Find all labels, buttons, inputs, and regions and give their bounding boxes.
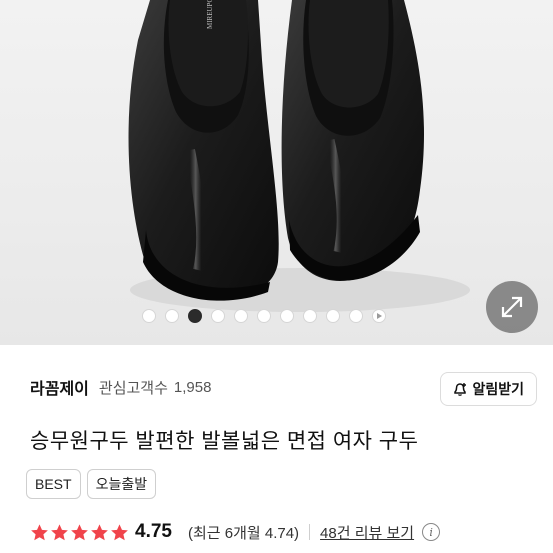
seller-name[interactable]: 라꼼제이 <box>30 375 89 399</box>
recent-rating: (최근 6개월 4.74) <box>187 524 300 542</box>
star-icon <box>91 523 108 540</box>
badge-today-shipping: 오늘출발 <box>86 469 157 499</box>
badge-list: BEST 오늘출발 <box>26 469 157 499</box>
gallery-dot[interactable] <box>188 309 202 323</box>
play-icon[interactable] <box>372 309 386 323</box>
star-icon <box>31 523 48 540</box>
alarm-button[interactable]: 알림받기 <box>440 372 537 406</box>
gallery-dot[interactable] <box>165 309 179 323</box>
gallery-dot[interactable] <box>326 309 340 323</box>
reviews-link[interactable]: 48건 리뷰 보기 <box>320 522 414 543</box>
gallery-dot[interactable] <box>211 309 225 323</box>
seller-row: 라꼼제이 관심고객수 1,958 알림받기 <box>30 372 537 406</box>
followers-label: 관심고객수 <box>98 379 168 397</box>
divider <box>309 524 311 540</box>
followers-count: 1,958 <box>173 378 212 396</box>
alarm-button-label: 알림받기 <box>472 381 524 397</box>
brand-print: MIREUPO <box>206 0 214 29</box>
product-title: 승무원구두 발편한 발볼넓은 면접 여자 구두 <box>30 430 419 453</box>
star-icon <box>71 523 88 540</box>
star-icon <box>51 523 68 540</box>
badge-best: BEST <box>26 469 81 499</box>
bell-plus-icon <box>454 383 467 396</box>
product-image-gallery[interactable]: MIREUPO <box>0 0 553 345</box>
product-photo: MIREUPO <box>128 0 470 312</box>
rating-score: 4.75 <box>135 521 172 542</box>
gallery-dot[interactable] <box>303 309 317 323</box>
gallery-dot[interactable] <box>142 309 156 323</box>
star-icon <box>111 523 128 540</box>
rating-row: 4.75 (최근 6개월 4.74) 48건 리뷰 보기 i <box>30 520 441 544</box>
expand-arrows-icon <box>501 296 523 318</box>
gallery-dot[interactable] <box>280 309 294 323</box>
star-rating <box>30 523 129 542</box>
gallery-pagination <box>142 309 386 323</box>
info-icon[interactable]: i <box>422 523 441 541</box>
gallery-dot[interactable] <box>257 309 271 323</box>
expand-image-button[interactable] <box>486 281 538 333</box>
gallery-dot[interactable] <box>349 309 363 323</box>
gallery-dot[interactable] <box>234 309 248 323</box>
